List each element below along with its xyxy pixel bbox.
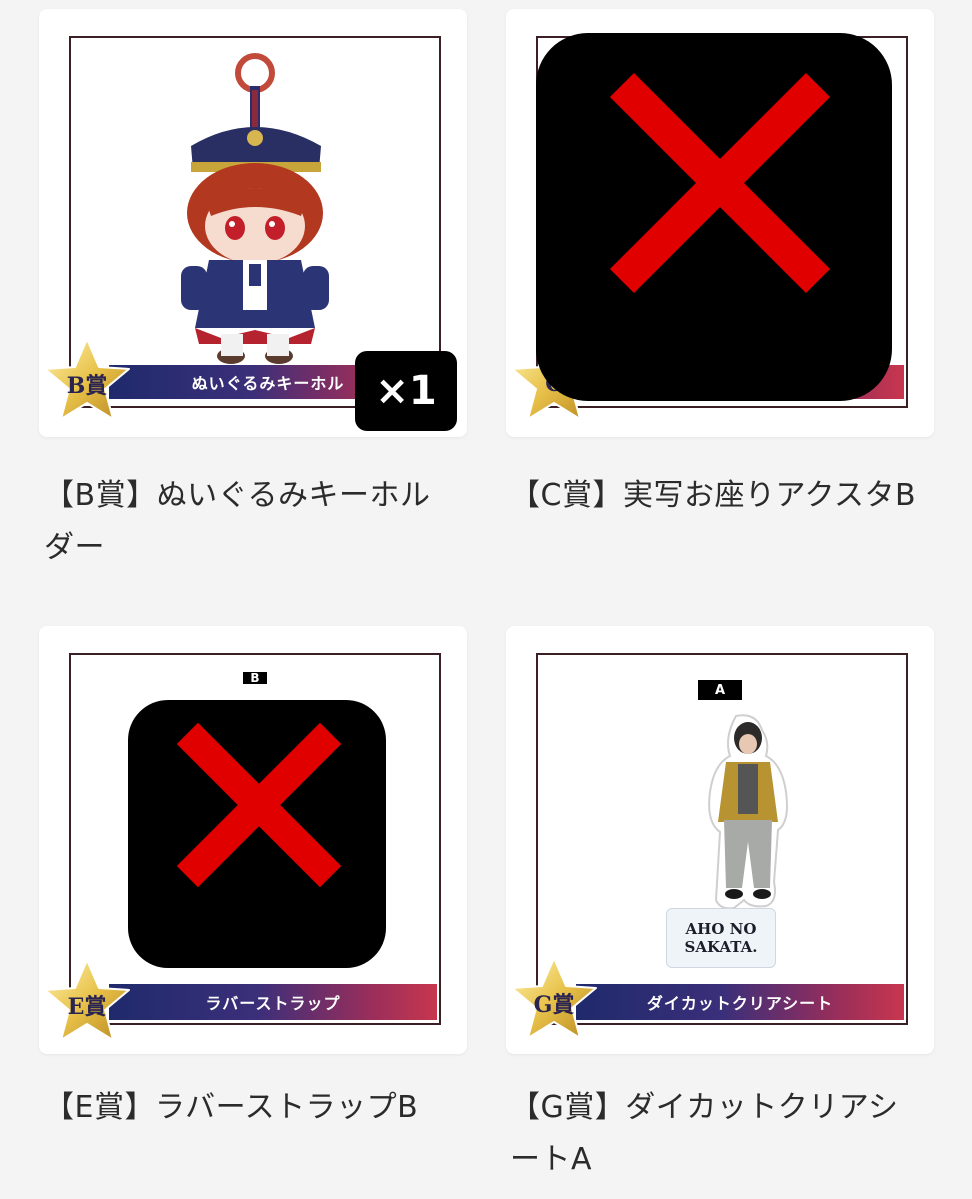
prize-caption[interactable]: 【B賞】ぬいぐるみキーホルダー	[44, 470, 454, 574]
prize-rank-badge: G賞	[508, 954, 600, 1046]
quantity-badge: ×1	[355, 351, 457, 431]
prize-rank-label: E賞	[67, 994, 107, 1020]
prize-banner: ダイカットクリアシート	[576, 984, 904, 1020]
redacted-cover	[536, 33, 892, 401]
quantity-label: ×1	[375, 368, 437, 414]
prize-banner-label: ぬいぐるみキーホル	[191, 374, 345, 393]
variant-tag-label: B	[250, 671, 260, 685]
prize-card-c[interactable]: C	[506, 9, 934, 437]
variant-tag: B	[243, 671, 267, 685]
prize-card-b[interactable]: ぬいぐるみキーホル B賞 ×1	[39, 9, 467, 437]
variant-tag-label: A	[714, 682, 726, 698]
cross-mark-icon	[609, 72, 831, 294]
name-plate: AHO NO SAKATA.	[666, 908, 776, 968]
prize-banner-label: ダイカットクリアシート	[646, 994, 834, 1013]
plush-keychain-image	[181, 53, 329, 364]
cross-mark-icon	[176, 722, 342, 888]
prize-caption[interactable]: 【E賞】ラバーストラップB	[44, 1082, 464, 1134]
prize-banner: ラバーストラップ	[109, 984, 437, 1020]
prize-rank-label: B賞	[66, 373, 108, 399]
name-plate-text: AHO NO SAKATA.	[684, 920, 758, 956]
prize-card-e[interactable]: B ラバーストラップ E賞	[39, 626, 467, 1054]
prize-card-g[interactable]: A AHO NO SAKATA. ダイカットクリアシート G賞	[506, 626, 934, 1054]
acrylic-figure-image	[708, 714, 788, 910]
prize-rank-label: G賞	[533, 992, 575, 1018]
variant-tag: A	[698, 680, 742, 700]
prize-caption[interactable]: 【C賞】実写お座りアクスタB	[510, 470, 920, 522]
prize-banner-label: ラバーストラップ	[205, 994, 341, 1013]
redacted-cover	[128, 700, 386, 968]
prize-rank-badge: E賞	[41, 956, 133, 1048]
prize-rank-badge: B賞	[41, 335, 133, 427]
prize-caption[interactable]: 【G賞】ダイカットクリアシートA	[510, 1082, 920, 1186]
